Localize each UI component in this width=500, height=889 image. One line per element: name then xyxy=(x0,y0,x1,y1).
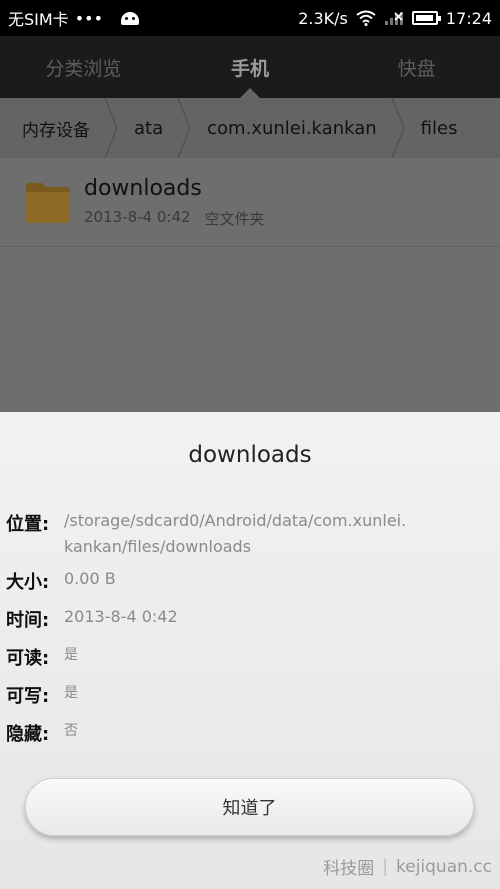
watermark-url: kejiquan.cc xyxy=(396,856,492,877)
android-notification-icon xyxy=(119,10,141,26)
prop-readable: 可读: 是 xyxy=(6,644,78,670)
prop-value: 否 xyxy=(64,723,78,739)
list-item[interactable]: downloads 2013-8-4 0:42 空文件夹 xyxy=(0,158,500,247)
prop-writable: 可写: 是 xyxy=(6,682,78,708)
no-signal-icon xyxy=(384,12,403,25)
prop-time: 时间: 2013-8-4 0:42 xyxy=(6,606,178,632)
breadcrumb-item-data[interactable]: ata xyxy=(118,98,177,158)
more-dots: ••• xyxy=(74,8,103,28)
prop-value: 是 xyxy=(64,647,78,663)
prop-value: 2013-8-4 0:42 xyxy=(64,607,178,626)
active-tab-indicator xyxy=(240,88,260,98)
clock: 17:24 xyxy=(445,8,492,28)
tab-bar: 分类浏览 手机 快盘 xyxy=(0,36,500,98)
prop-value: /storage/sdcard0/Android/data/com.xunlei… xyxy=(64,511,407,556)
chevron-right-icon xyxy=(104,98,118,158)
wifi-icon xyxy=(356,10,376,26)
prop-value: 0.00 B xyxy=(64,569,116,588)
prop-label: 可写: xyxy=(6,686,50,707)
properties-dialog: downloads 位置: /storage/sdcard0/Android/d… xyxy=(0,412,500,889)
separator: | xyxy=(382,856,388,877)
folder-icon xyxy=(26,183,70,223)
prop-size: 大小: 0.00 B xyxy=(6,568,116,594)
chevron-right-icon xyxy=(390,98,405,158)
tab-kuaipan[interactable]: 快盘 xyxy=(333,36,500,98)
status-bar: 无SIM卡 ••• 2.3K/s 17:24 xyxy=(0,0,500,36)
breadcrumb-item-package[interactable]: com.xunlei.kankan xyxy=(191,98,391,158)
chevron-right-icon xyxy=(177,98,191,158)
prop-hidden: 隐藏: 否 xyxy=(6,720,78,746)
prop-label: 大小: xyxy=(6,572,50,593)
file-name: downloads xyxy=(84,176,202,201)
watermark: 科技圈 | kejiquan.cc xyxy=(323,854,492,880)
breadcrumb-item-storage[interactable]: 内存设备 xyxy=(0,98,104,158)
prop-label: 时间: xyxy=(6,610,50,631)
network-speed: 2.3K/s xyxy=(298,8,348,28)
prop-location: 位置: /storage/sdcard0/Android/data/com.xu… xyxy=(6,510,406,560)
breadcrumb: 内存设备 ata com.xunlei.kankan files xyxy=(0,98,500,159)
prop-label: 隐藏: xyxy=(6,724,50,745)
file-description: 空文件夹 xyxy=(204,210,265,228)
carrier-text: 无SIM卡 xyxy=(8,10,69,29)
prop-label: 位置: xyxy=(6,514,50,535)
prop-label: 可读: xyxy=(6,648,50,669)
breadcrumb-item-files[interactable]: files xyxy=(405,98,472,158)
battery-icon xyxy=(411,11,441,25)
dialog-title: downloads xyxy=(188,442,312,468)
watermark-cn: 科技圈 xyxy=(323,859,375,879)
file-meta: 2013-8-4 0:42 空文件夹 xyxy=(84,208,265,229)
ok-button[interactable]: 知道了 xyxy=(25,778,474,836)
file-date: 2013-8-4 0:42 xyxy=(84,208,191,226)
file-list: downloads 2013-8-4 0:42 空文件夹 xyxy=(0,158,500,412)
tab-category[interactable]: 分类浏览 xyxy=(0,36,167,98)
prop-value: 是 xyxy=(64,685,78,701)
